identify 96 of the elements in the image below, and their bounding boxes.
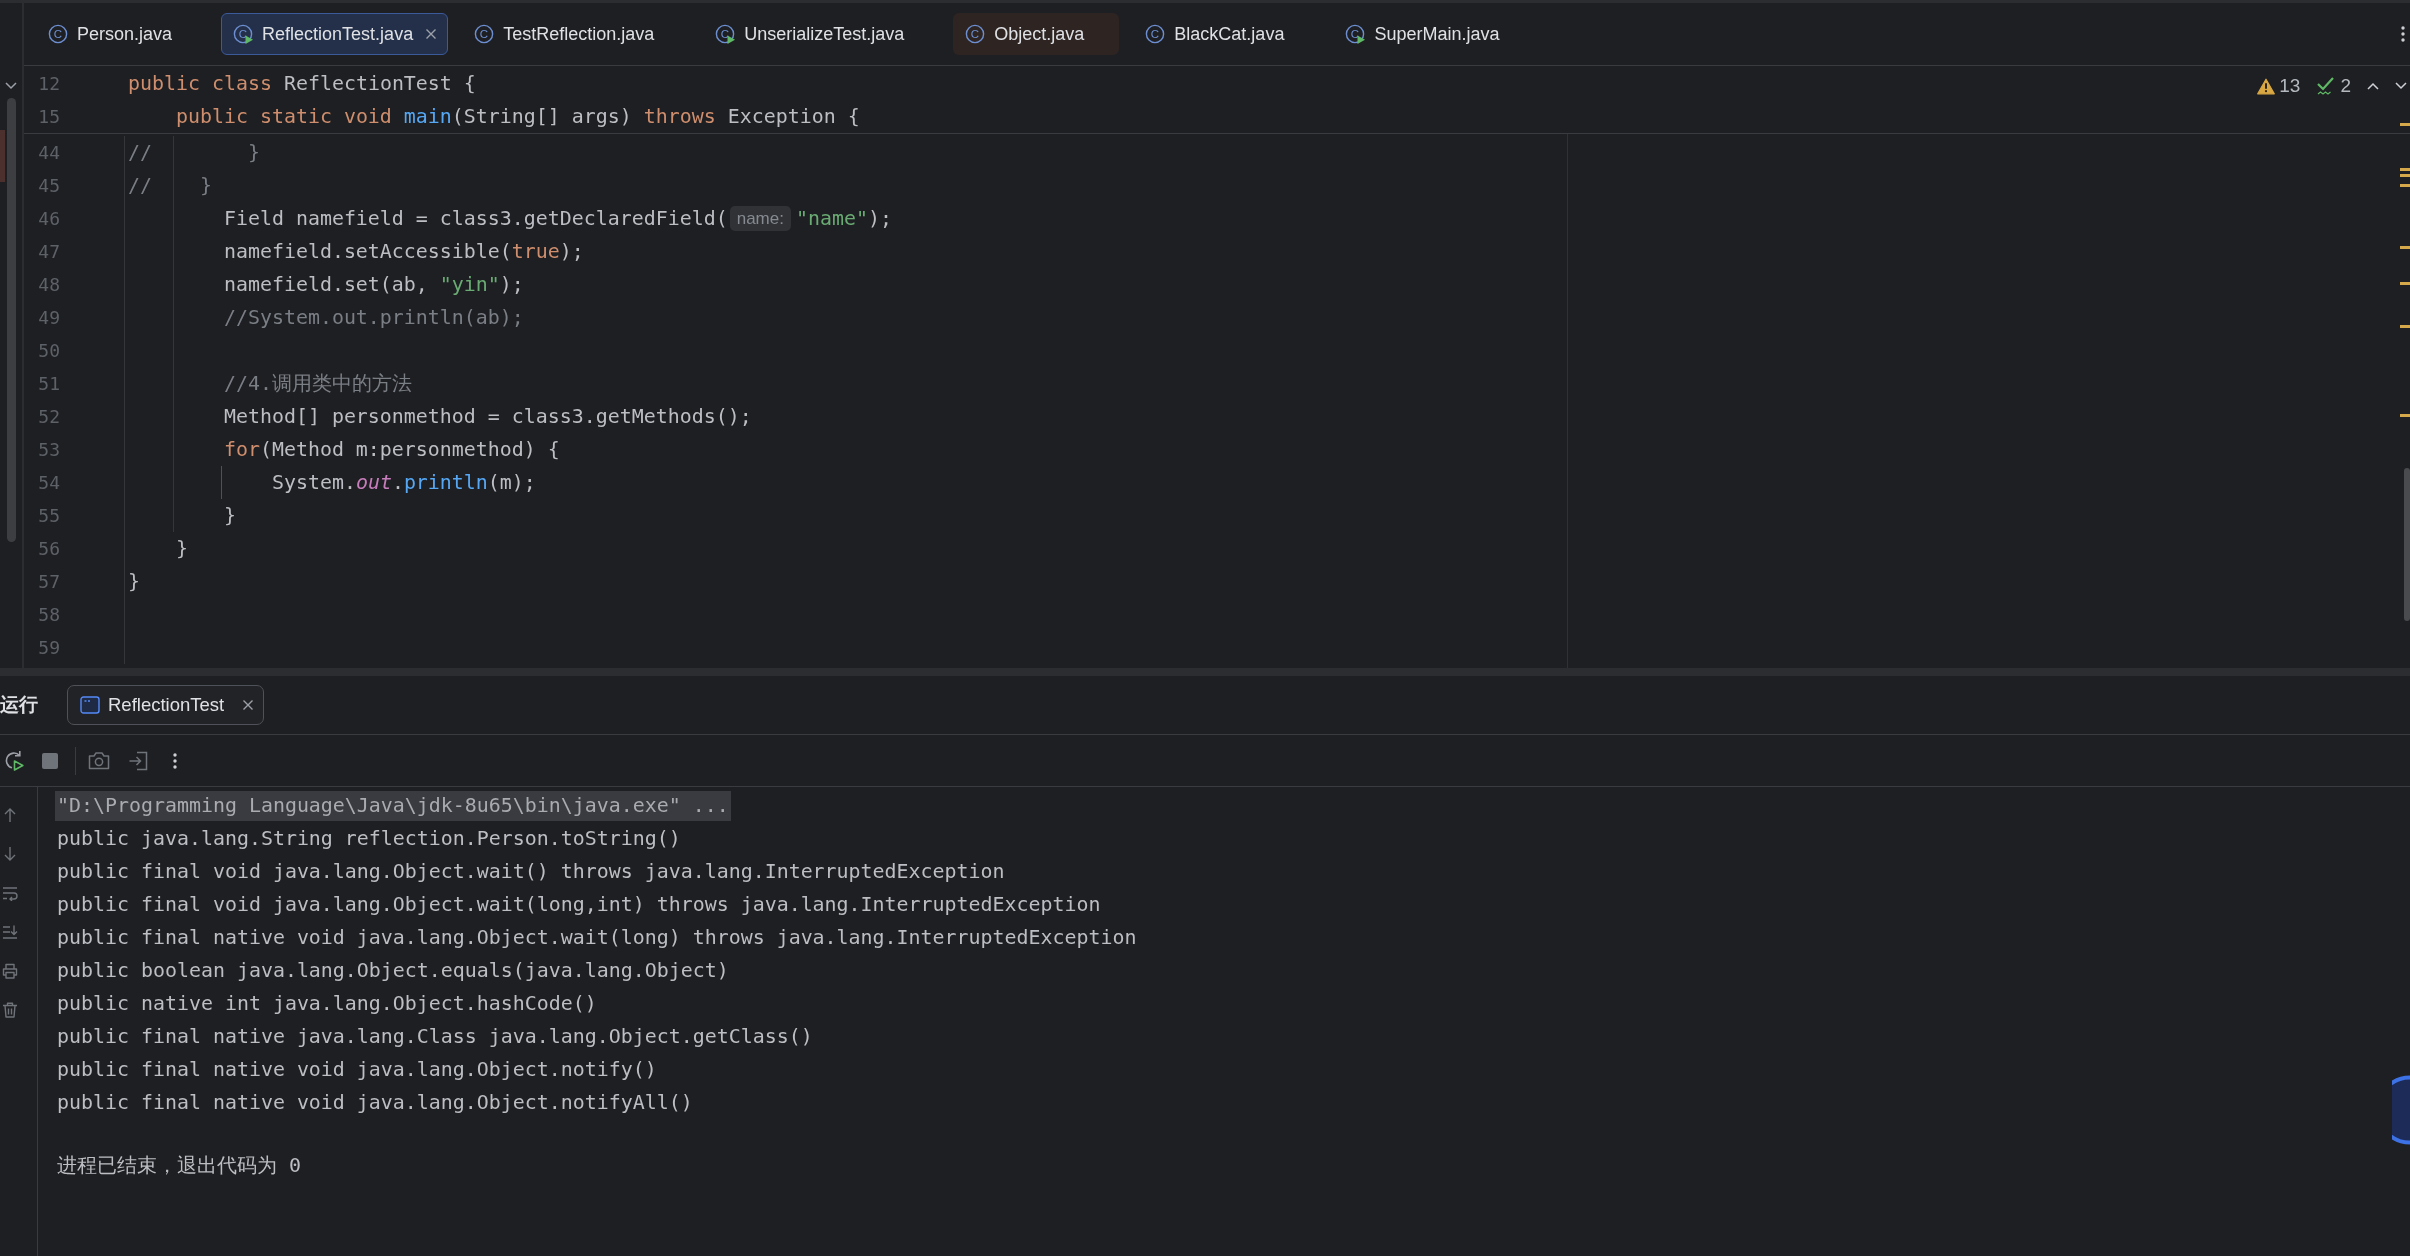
console-line: public java.lang.String reflection.Person.toString(): [56, 826, 682, 852]
class-icon: C: [1145, 24, 1166, 44]
class-icon: C: [474, 24, 495, 44]
warning-marker-icon[interactable]: [2400, 325, 2410, 328]
warning-marker-icon[interactable]: [2400, 246, 2410, 249]
console-window-icon: [80, 696, 100, 714]
line-number: 56: [37, 538, 60, 559]
warnings-button[interactable]: 13: [2257, 75, 2301, 97]
stop-icon[interactable]: [42, 752, 58, 769]
class-icon: C: [965, 24, 986, 44]
chevron-down-icon[interactable]: [5, 82, 17, 90]
warning-marker-icon[interactable]: [2400, 174, 2410, 177]
code-text: //4.调用类中的方法: [223, 371, 412, 397]
console-line: public native int java.lang.Object.hashCode(): [56, 991, 598, 1017]
panel-title: 运行: [0, 693, 38, 717]
scrollbar-thumb[interactable]: [6, 98, 16, 542]
line-number: 44: [37, 142, 60, 163]
editor-tab[interactable]: C TestReflection.java: [462, 13, 690, 55]
console-line: public final void java.lang.Object.wait(long,int) throws java.lang.InterruptedException: [56, 892, 1102, 918]
line-number: 49: [37, 307, 60, 328]
warning-marker-icon[interactable]: [2400, 168, 2410, 171]
code-text: //System.out.println(ab);: [223, 306, 524, 329]
code-text: "name");: [795, 207, 892, 230]
line-number: 48: [37, 274, 60, 295]
warning-marker-icon[interactable]: [2400, 414, 2410, 417]
line-number: 46: [37, 208, 60, 229]
editor-tab[interactable]: C Object.java: [953, 13, 1120, 55]
editor-tab[interactable]: C Person.java: [36, 13, 208, 55]
console-line: public boolean java.lang.Object.equals(java.lang.Object): [56, 958, 730, 984]
trash-icon[interactable]: [2, 1002, 18, 1018]
run-tab[interactable]: ReflectionTest: [67, 685, 265, 725]
line-number: 15: [37, 106, 60, 127]
close-icon[interactable]: [242, 699, 255, 711]
line-number: 52: [37, 406, 60, 427]
code-text: }: [128, 570, 140, 593]
arrow-up-icon[interactable]: [2, 807, 18, 823]
code-text: public static void main(String[] args) throws Exception {: [175, 105, 860, 128]
class-icon: C: [233, 24, 254, 44]
circle-icon[interactable]: [2392, 1075, 2410, 1145]
line-number: 57: [37, 571, 60, 592]
console-line: public final native java.lang.Class java.lang.Object.getClass(): [56, 1024, 814, 1050]
line-number: 58: [37, 604, 60, 625]
editor-tab[interactable]: C BlackCat.java: [1133, 13, 1320, 55]
code-text: Method[] personmethod = class3.getMethods();: [223, 405, 752, 428]
line-number: 53: [37, 439, 60, 460]
class-icon: C: [48, 24, 68, 44]
check-icon: [2316, 76, 2337, 96]
code-text: }: [223, 504, 236, 527]
warning-marker-icon[interactable]: [2400, 184, 2410, 187]
scrollbar-thumb[interactable]: [2404, 468, 2410, 621]
line-number: 50: [37, 340, 60, 361]
console-command: "D:\Programming Language\Java\jdk-8u65\bin\java.exe" ...: [55, 791, 731, 821]
scroll-to-end-icon[interactable]: [2, 924, 18, 940]
warning-marker-icon[interactable]: [2400, 282, 2410, 285]
typos-button[interactable]: 2: [2316, 75, 2351, 97]
editor-tab[interactable]: C SuperMain.java: [1333, 13, 1535, 55]
code-text: namefield.setAccessible(true);: [223, 240, 584, 263]
code-text: System.out.println(m);: [271, 471, 536, 494]
warning-marker-icon[interactable]: [2400, 123, 2410, 126]
rerun-icon[interactable]: [3, 750, 24, 771]
print-icon[interactable]: [2, 963, 18, 979]
console-line: public final void java.lang.Object.wait() throws java.lang.InterruptedException: [56, 859, 1006, 885]
chevron-down-icon[interactable]: [2395, 82, 2407, 90]
line-number: 45: [37, 175, 60, 196]
console-line: public final native void java.lang.Object.notify(): [56, 1057, 658, 1083]
row-highlight: [0, 130, 5, 182]
editor-tab[interactable]: C UnserializeTest.java: [703, 13, 940, 55]
code-text: // }: [128, 141, 260, 164]
line-number: 54: [37, 472, 60, 493]
camera-icon[interactable]: [88, 751, 110, 770]
line-number: 47: [37, 241, 60, 262]
parameter-hint: name:: [729, 206, 791, 231]
more-icon[interactable]: [172, 751, 178, 770]
line-number: 59: [37, 637, 60, 658]
line-number: 12: [37, 73, 60, 94]
editor-tab[interactable]: C ReflectionTest.java: [221, 13, 449, 55]
arrow-into-box-icon[interactable]: [128, 749, 150, 772]
warning-icon: [2257, 77, 2276, 95]
console-line: public final native void java.lang.Object.notifyAll(): [56, 1090, 694, 1116]
line-number: 51: [37, 373, 60, 394]
code-text: for(Method m:personmethod) {: [223, 438, 560, 461]
code-text: // }: [128, 174, 212, 197]
console-line: public final native void java.lang.Object.wait(long) throws java.lang.InterruptedException: [56, 925, 1138, 951]
class-icon: C: [1345, 24, 1366, 44]
soft-wrap-icon[interactable]: [2, 885, 18, 901]
code-text: public class ReflectionTest {: [128, 72, 476, 95]
code-text: namefield.set(ab, "yin");: [223, 273, 524, 296]
code-text: Field namefield = class3.getDeclaredField(: [223, 207, 728, 230]
class-icon: C: [715, 24, 736, 44]
line-number: 55: [37, 505, 60, 526]
more-icon[interactable]: [2400, 25, 2406, 43]
code-text: }: [175, 537, 188, 560]
exit-message: 进程已结束，退出代码为 0: [56, 1153, 302, 1179]
chevron-up-icon[interactable]: [2367, 82, 2379, 90]
close-icon[interactable]: [425, 28, 438, 40]
arrow-down-icon[interactable]: [2, 846, 18, 862]
